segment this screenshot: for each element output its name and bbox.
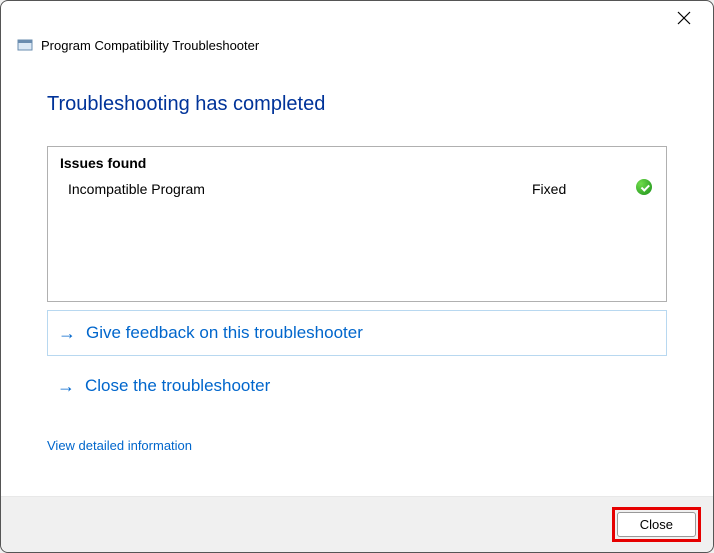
close-icon[interactable] — [669, 7, 699, 33]
issues-panel: Issues found Incompatible Program Fixed — [47, 146, 667, 302]
feedback-label: Give feedback on this troubleshooter — [86, 323, 363, 343]
page-heading: Troubleshooting has completed — [47, 93, 667, 116]
status-icon-cell — [632, 179, 652, 198]
arrow-right-icon: → — [57, 377, 75, 395]
app-icon — [17, 37, 33, 53]
window-title: Program Compatibility Troubleshooter — [41, 38, 259, 53]
close-troubleshooter-label: Close the troubleshooter — [85, 376, 270, 396]
arrow-right-icon: → — [58, 324, 76, 342]
close-button[interactable]: Close — [617, 512, 696, 537]
issue-row: Incompatible Program Fixed — [60, 177, 654, 200]
feedback-option[interactable]: → Give feedback on this troubleshooter — [47, 310, 667, 356]
checkmark-icon — [636, 179, 652, 195]
view-details-link[interactable]: View detailed information — [47, 438, 192, 453]
titlebar — [1, 1, 713, 37]
content-area: Troubleshooting has completed Issues fou… — [1, 63, 713, 496]
dialog-window: Program Compatibility Troubleshooter Tro… — [0, 0, 714, 553]
issues-header: Issues found — [60, 155, 654, 171]
window-header: Program Compatibility Troubleshooter — [1, 37, 713, 63]
issue-status: Fixed — [532, 181, 632, 197]
close-button-highlight: Close — [612, 507, 701, 542]
close-troubleshooter-option[interactable]: → Close the troubleshooter — [47, 364, 667, 408]
issue-name: Incompatible Program — [68, 181, 532, 197]
dialog-footer: Close — [1, 496, 713, 552]
